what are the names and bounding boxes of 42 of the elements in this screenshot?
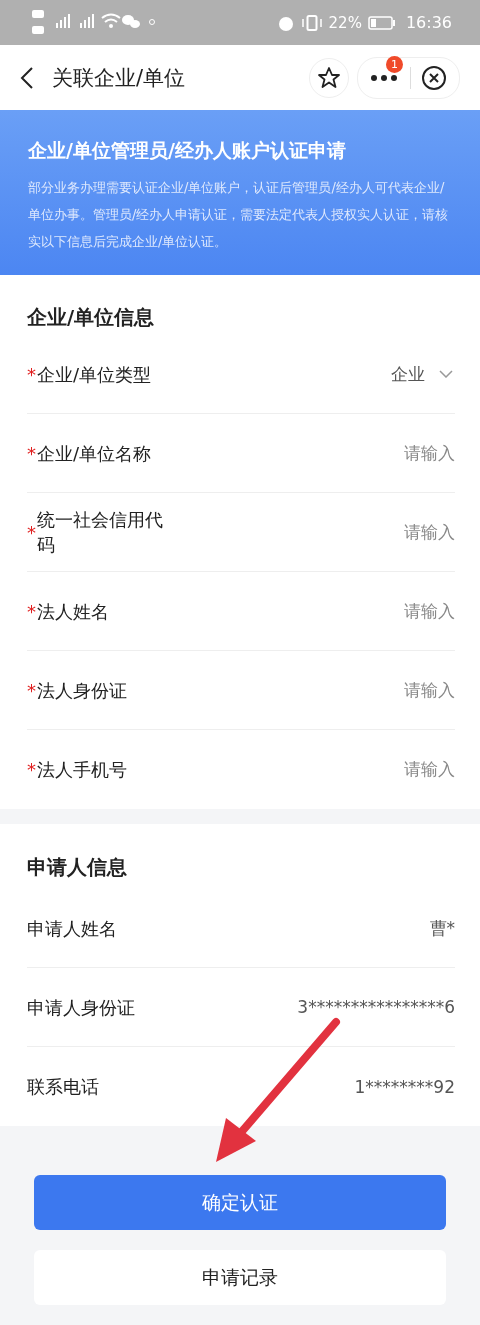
notification-badge: 1 — [386, 55, 403, 73]
field-label: 法人手机号 — [37, 758, 127, 782]
field-value: 3****************6 — [297, 997, 455, 1017]
field-label: 企业/单位名称 — [37, 441, 152, 466]
required-mark: * — [27, 363, 36, 385]
battery-icon — [367, 15, 396, 30]
field-label: 企业/单位类型 — [37, 362, 152, 387]
field-label: 联系电话 — [27, 1075, 99, 1099]
confirm-button[interactable]: 确定认证 — [34, 1175, 446, 1230]
section-title: 企业/单位信息 — [27, 305, 155, 331]
chevron-down-icon — [439, 370, 453, 378]
input-field[interactable]: 请输入 — [404, 599, 455, 623]
field-label: 法人身份证 — [37, 678, 127, 703]
close-icon[interactable] — [421, 64, 447, 91]
field-label: 申请人身份证 — [27, 995, 135, 1020]
required-mark: * — [27, 679, 36, 701]
input-field[interactable]: 请输入 — [404, 678, 455, 702]
battery-percent: 22% — [328, 13, 362, 32]
banner-title: 企业/单位管理员/经办人账户认证申请 — [28, 138, 347, 163]
vibrate-icon — [300, 13, 323, 32]
field-label: 统一社会信用代码 — [37, 508, 164, 557]
banner-text: 部分业务办理需要认证企业/单位账户，认证后管理员/经办人可代表企业/单位办事。管理员/经办人申请认证，需要法定代表人授权实人认证，请核实以下信息后完成企业/单位认证。 — [28, 179, 450, 251]
field-label: 申请人姓名 — [27, 916, 117, 941]
input-field[interactable]: 请输入 — [404, 520, 455, 544]
back-icon[interactable] — [20, 65, 34, 90]
required-mark: * — [27, 521, 36, 543]
field-value: 曹* — [429, 916, 455, 940]
page-title: 关联企业/单位 — [52, 64, 187, 92]
field-label: 法人姓名 — [37, 599, 109, 624]
required-mark: * — [27, 600, 36, 622]
input-field[interactable]: 请输入 — [404, 441, 455, 465]
records-button[interactable]: 申请记录 — [34, 1250, 446, 1305]
input-field[interactable]: 请输入 — [404, 758, 455, 781]
required-mark: * — [27, 442, 36, 464]
favorite-button[interactable] — [309, 57, 349, 98]
required-mark: * — [27, 759, 36, 780]
clock-time: 16:36 — [405, 13, 452, 32]
type-select[interactable]: 企业 — [391, 362, 455, 386]
field-value: 1********92 — [354, 1076, 455, 1097]
section-title: 申请人信息 — [27, 855, 127, 881]
star-icon — [317, 65, 341, 90]
more-icon[interactable] — [370, 73, 400, 82]
